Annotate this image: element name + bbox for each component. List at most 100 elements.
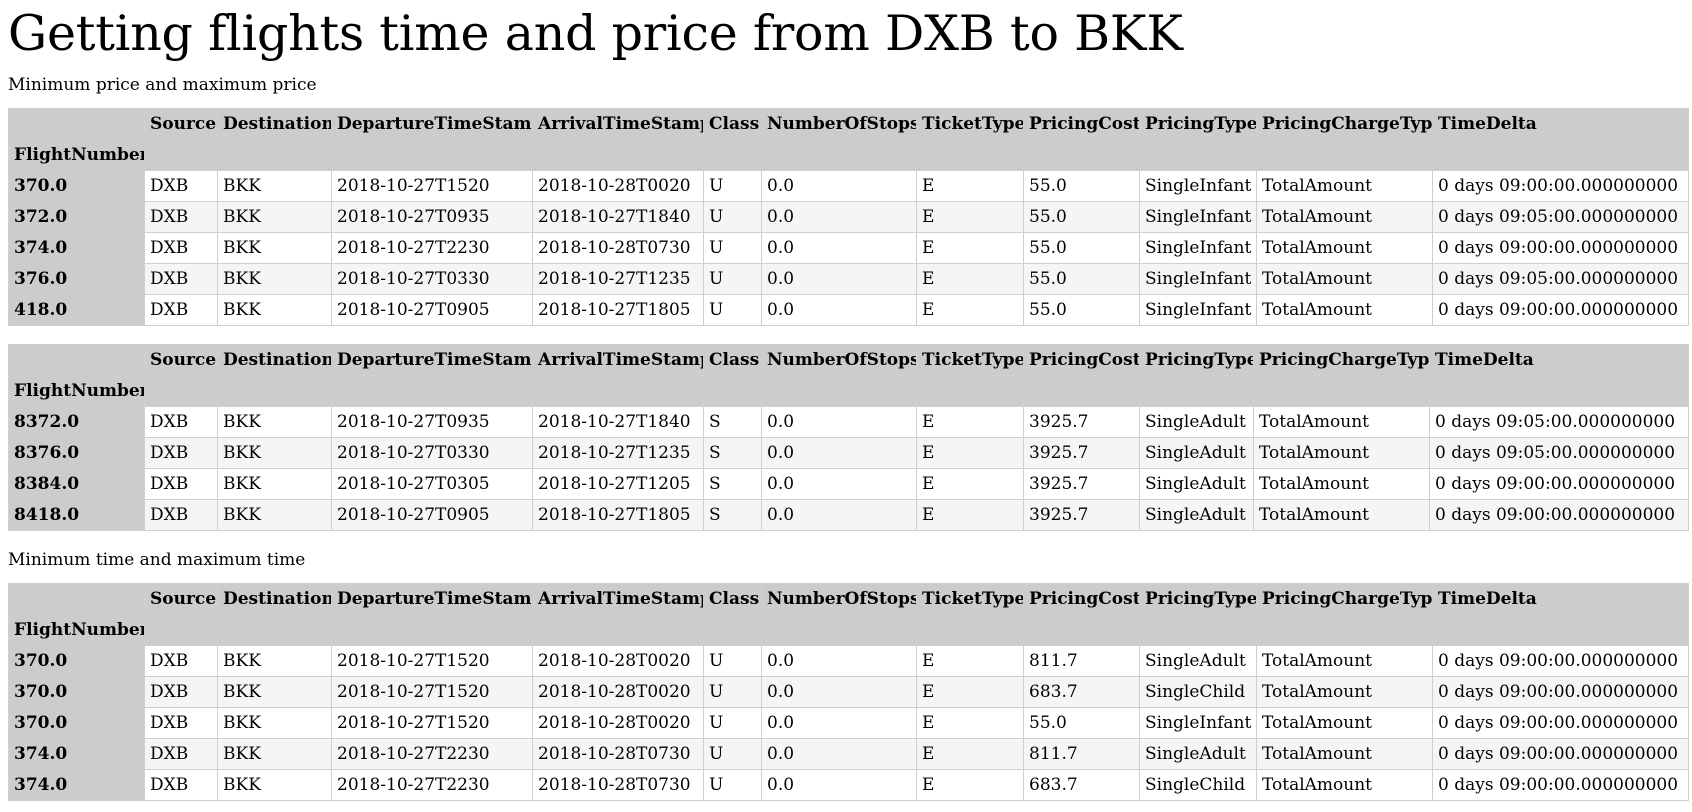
table-cell: E	[916, 645, 1024, 677]
table-cell: 2018-10-28T0730	[532, 232, 704, 264]
table-row: 374.0 DXB BKK 2018-10-27T2230 2018-10-28T073…	[8, 769, 1689, 801]
table-cell: 0.0	[761, 232, 917, 264]
table-cell: BKK	[217, 645, 332, 677]
table-cell: TotalAmount	[1256, 294, 1433, 326]
table-row: 8418.0 DXB BKK 2018-10-27T0905 2018-10-27T18…	[8, 499, 1689, 531]
table-cell: 0 days 09:00:00.000000000	[1432, 294, 1689, 326]
column-header: Class	[703, 108, 762, 140]
table-cell: TotalAmount	[1253, 468, 1430, 500]
flight-number-cell: 370.0	[8, 645, 145, 677]
empty-header-cell	[217, 614, 332, 646]
table-cell: S	[703, 406, 762, 438]
table-cell: 2018-10-27T2230	[331, 769, 533, 801]
table-cell: TotalAmount	[1256, 645, 1433, 677]
empty-header-cell	[532, 614, 704, 646]
table-cell: TotalAmount	[1253, 499, 1430, 531]
column-header-row: Source Destination DepartureTimeStamp Arriv…	[8, 108, 1689, 140]
table-cell: E	[916, 232, 1024, 264]
table-row: 370.0 DXB BKK 2018-10-27T1520 2018-10-28T002…	[8, 676, 1689, 708]
column-header: TicketType	[916, 108, 1024, 140]
table-cell: BKK	[217, 201, 332, 233]
empty-header-cell	[916, 614, 1024, 646]
table-cell: TotalAmount	[1256, 170, 1433, 202]
table-cell: 0 days 09:00:00.000000000	[1432, 645, 1689, 677]
empty-header-cell	[217, 375, 332, 407]
table-cell: DXB	[144, 468, 218, 500]
column-header: TimeDelta	[1432, 108, 1689, 140]
table-cell: DXB	[144, 738, 218, 770]
table-cell: SingleInfant	[1139, 232, 1257, 264]
table-cell: S	[703, 437, 762, 469]
table-cell: E	[916, 437, 1024, 469]
table-cell: 2018-10-27T1520	[331, 707, 533, 739]
column-header: PricingCost	[1023, 344, 1140, 376]
table-cell: DXB	[144, 232, 218, 264]
table-cell: 811.7	[1023, 738, 1140, 770]
table-cell: SingleChild	[1139, 676, 1257, 708]
table-cell: DXB	[144, 406, 218, 438]
table-cell: 2018-10-28T0020	[532, 707, 704, 739]
table-row: 372.0 DXB BKK 2018-10-27T0935 2018-10-27T184…	[8, 201, 1689, 233]
table-cell: 0 days 09:00:00.000000000	[1432, 232, 1689, 264]
table-cell: U	[703, 232, 762, 264]
table-cell: SingleInfant	[1139, 201, 1257, 233]
table-cell: DXB	[144, 676, 218, 708]
table-cell: 2018-10-28T0730	[532, 769, 704, 801]
table-cell: 55.0	[1023, 294, 1140, 326]
table-cell: DXB	[144, 437, 218, 469]
column-header: Destination	[217, 344, 332, 376]
column-header: Source	[144, 108, 218, 140]
empty-header-cell	[761, 375, 917, 407]
flight-number-cell: 376.0	[8, 263, 145, 295]
table-cell: 3925.7	[1023, 468, 1140, 500]
table-cell: TotalAmount	[1256, 707, 1433, 739]
empty-header-cell	[144, 614, 218, 646]
table-cell: U	[703, 707, 762, 739]
empty-header-cell	[1139, 614, 1257, 646]
table-cell: 2018-10-27T0905	[331, 499, 533, 531]
table-cell: 2018-10-27T1205	[532, 468, 704, 500]
table-cell: 2018-10-27T0905	[331, 294, 533, 326]
table-cell: 2018-10-27T1520	[331, 170, 533, 202]
table-cell: DXB	[144, 294, 218, 326]
page-title: Getting flights time and price from DXB …	[8, 5, 1183, 62]
empty-header-cell	[1253, 375, 1430, 407]
empty-header-cell	[761, 139, 917, 171]
table-cell: SingleAdult	[1139, 645, 1257, 677]
column-header: ArrivalTimeStamp	[532, 344, 704, 376]
table-cell: E	[916, 499, 1024, 531]
empty-header-cell	[916, 139, 1024, 171]
table-cell: SingleInfant	[1139, 263, 1257, 295]
table-cell: SingleInfant	[1139, 294, 1257, 326]
table-cell: BKK	[217, 707, 332, 739]
empty-header-cell	[916, 375, 1024, 407]
table-cell: U	[703, 263, 762, 295]
table-row: 374.0 DXB BKK 2018-10-27T2230 2018-10-28T073…	[8, 738, 1689, 770]
flight-number-cell: 418.0	[8, 294, 145, 326]
page: Getting flights time and price from DXB …	[0, 4, 1692, 801]
table-cell: 3925.7	[1023, 406, 1140, 438]
table-cell: SingleAdult	[1139, 406, 1254, 438]
table-cell: 2018-10-28T0020	[532, 170, 704, 202]
table-cell: 0.0	[761, 406, 917, 438]
table-cell: BKK	[217, 499, 332, 531]
column-header-row: Source Destination DepartureTimeStamp Arriv…	[8, 344, 1689, 376]
table-cell: SingleAdult	[1139, 468, 1254, 500]
table-cell: 0 days 09:00:00.000000000	[1432, 738, 1689, 770]
table-cell: DXB	[144, 769, 218, 801]
table-cell: TotalAmount	[1256, 769, 1433, 801]
table-cell: E	[916, 738, 1024, 770]
table-cell: SingleInfant	[1139, 707, 1257, 739]
table-row: 8372.0 DXB BKK 2018-10-27T0935 2018-10-27T18…	[8, 406, 1689, 438]
table-cell: E	[916, 263, 1024, 295]
table-cell: 0.0	[761, 201, 917, 233]
table-cell: E	[916, 294, 1024, 326]
table-cell: E	[916, 201, 1024, 233]
column-header: Source	[144, 344, 218, 376]
table-cell: DXB	[144, 201, 218, 233]
column-header: PricingType	[1139, 108, 1257, 140]
table-cell: 0.0	[761, 499, 917, 531]
table-cell: 55.0	[1023, 201, 1140, 233]
flights-table-min-max-price-b: Source Destination DepartureTimeStamp Arriv…	[8, 344, 1689, 531]
empty-header-cell	[1432, 614, 1689, 646]
